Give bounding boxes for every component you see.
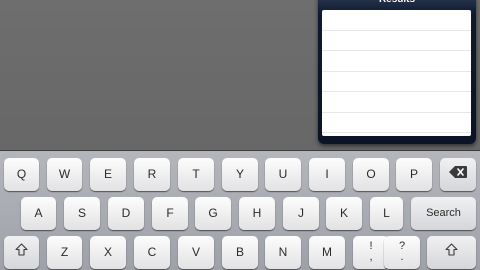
list-item[interactable] (322, 51, 471, 72)
shift-icon (15, 236, 28, 269)
key-p[interactable]: P (396, 158, 432, 191)
key-o[interactable]: O (353, 158, 389, 191)
key-l[interactable]: L (370, 197, 403, 230)
backspace-icon (449, 158, 467, 191)
key-bottom-char: . (400, 251, 404, 263)
key-h[interactable]: H (239, 197, 275, 230)
results-list[interactable] (322, 10, 471, 136)
key-r[interactable]: R (134, 158, 170, 191)
key-j[interactable]: J (283, 197, 319, 230)
list-item[interactable] (322, 10, 471, 31)
search-key[interactable]: Search (411, 197, 476, 230)
key-question-period[interactable]: ? . (384, 236, 420, 269)
key-k[interactable]: K (326, 197, 362, 230)
key-x[interactable]: X (90, 236, 126, 269)
key-u[interactable]: U (265, 158, 301, 191)
key-w[interactable]: W (47, 158, 82, 191)
backspace-key[interactable] (440, 158, 476, 191)
onscreen-keyboard: Q W E R T Y U I O P A S D F G H J K L Se… (0, 150, 480, 270)
list-item[interactable] (322, 31, 471, 51)
list-item[interactable] (322, 113, 471, 133)
key-y[interactable]: Y (222, 158, 258, 191)
list-item[interactable] (322, 92, 471, 113)
key-z[interactable]: Z (47, 236, 82, 269)
key-d[interactable]: D (108, 197, 144, 230)
key-s[interactable]: S (64, 197, 100, 230)
key-n[interactable]: N (265, 236, 301, 269)
key-a[interactable]: A (21, 197, 56, 230)
key-t[interactable]: T (178, 158, 214, 191)
key-q[interactable]: Q (4, 158, 39, 191)
results-title: Results (318, 0, 476, 10)
key-c[interactable]: C (134, 236, 170, 269)
shift-icon (445, 236, 458, 269)
key-i[interactable]: I (309, 158, 345, 191)
key-g[interactable]: G (195, 197, 231, 230)
key-top-char: ? (398, 240, 406, 252)
shift-left-key[interactable] (4, 236, 39, 269)
results-popover: Results (318, 0, 476, 144)
key-e[interactable]: E (90, 158, 126, 191)
key-f[interactable]: F (152, 197, 188, 230)
key-m[interactable]: M (309, 236, 345, 269)
key-b[interactable]: B (222, 236, 258, 269)
shift-right-key[interactable] (427, 236, 476, 269)
list-item[interactable] (322, 72, 471, 92)
key-v[interactable]: V (178, 236, 214, 269)
